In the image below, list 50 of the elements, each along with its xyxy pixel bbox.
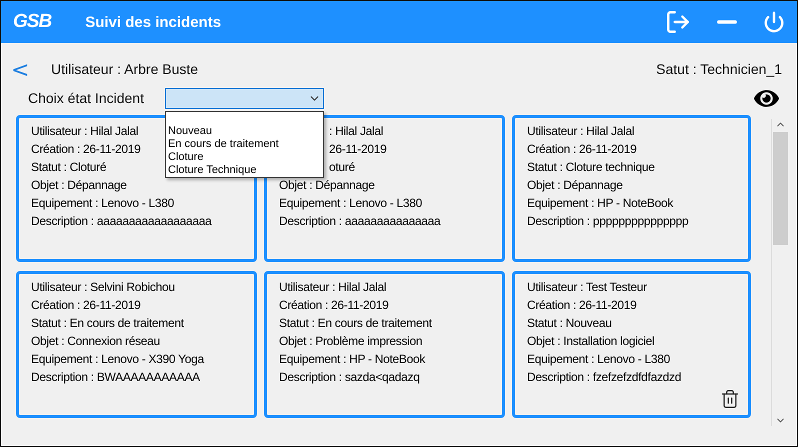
card-text: Création : 26-11-2019 — [31, 297, 141, 314]
card-text: Utilisateur : Selvini Robichou — [31, 279, 175, 296]
filter-label: Choix état Incident — [28, 90, 145, 106]
card-text: : Hilal Jalal — [328, 123, 384, 140]
dropdown-option[interactable]: Nouveau — [168, 125, 321, 138]
card-text: Objet : Dépannage — [527, 177, 623, 194]
card-text: Equipement : HP - NoteBook — [279, 351, 426, 368]
card-text: Création : 26-11-2019 — [279, 297, 389, 314]
card-text: Objet : Problème impression — [279, 333, 422, 350]
card-text: Objet : Dépannage — [279, 177, 375, 194]
card-text: Description : ppppppppppppppp — [527, 213, 688, 230]
status-label: Satut : Technicien_1 — [656, 61, 782, 77]
card-text: Utilisateur : Hilal Jalal — [279, 279, 386, 296]
dropdown-option[interactable]: En cours de traitement — [168, 138, 321, 151]
card-text: Objet : Connexion réseau — [31, 333, 160, 350]
dropdown-option[interactable]: Cloture Technique — [168, 164, 321, 177]
card-text: Description : aaaaaaaaaaaaaaa — [279, 213, 440, 230]
card-text: Equipement : Lenovo - X390 Yoga — [31, 351, 204, 368]
card-text: Statut : Cloture technique — [527, 159, 655, 176]
card-text: Statut : Nouveau — [527, 315, 612, 332]
card-text: Description : BWAAAAAAAAAAA — [31, 369, 200, 386]
logout-icon[interactable] — [665, 9, 691, 35]
card-text: Création : 26-11-2019 — [31, 141, 141, 158]
card-text: Equipement : Lenovo - L380 — [527, 351, 670, 368]
card-text: Description : sazda<qadazq — [279, 369, 420, 386]
card-text: Statut : En cours de traitement — [279, 315, 432, 332]
status-dropdown[interactable] — [165, 88, 324, 108]
card-text: Equipement : HP - NoteBook — [527, 195, 674, 212]
card-text: Description : aaaaaaaaaaaaaaaaaa — [31, 213, 212, 230]
back-button[interactable]: < — [11, 60, 51, 82]
dropdown-option[interactable]: Cloture — [168, 151, 321, 164]
card-text: Objet : Installation logiciel — [527, 333, 654, 350]
card-text: Equipement : Lenovo - L380 — [279, 195, 422, 212]
card-text: Equipement : Lenovo - L380 — [31, 195, 174, 212]
card-text: Utilisateur : Test Testeur — [527, 279, 647, 296]
logo: GSB — [13, 11, 52, 33]
user-label: Utilisateur : Arbre Buste — [51, 61, 198, 77]
card-text: Création : 26-11-2019 — [527, 297, 637, 314]
window-title: Suivi des incidents — [85, 14, 222, 30]
trash-icon[interactable] — [720, 389, 740, 409]
card-text: Description : fzefzefzdfdfazdzd — [527, 369, 682, 386]
card-text: Utilisateur : Hilal Jalal — [527, 123, 634, 140]
card-text: Objet : Dépannage — [31, 177, 127, 194]
card-text: Statut : Cloturé — [31, 159, 106, 176]
card-text: Statut : En cours de traitement — [31, 315, 184, 332]
card-text: oturé — [328, 159, 355, 176]
power-icon[interactable] — [763, 11, 785, 33]
card-text: 26-11-2019 — [328, 141, 386, 158]
card-text: Création : 26-11-2019 — [527, 141, 637, 158]
card-text: Utilisateur : Hilal Jalal — [31, 123, 138, 140]
